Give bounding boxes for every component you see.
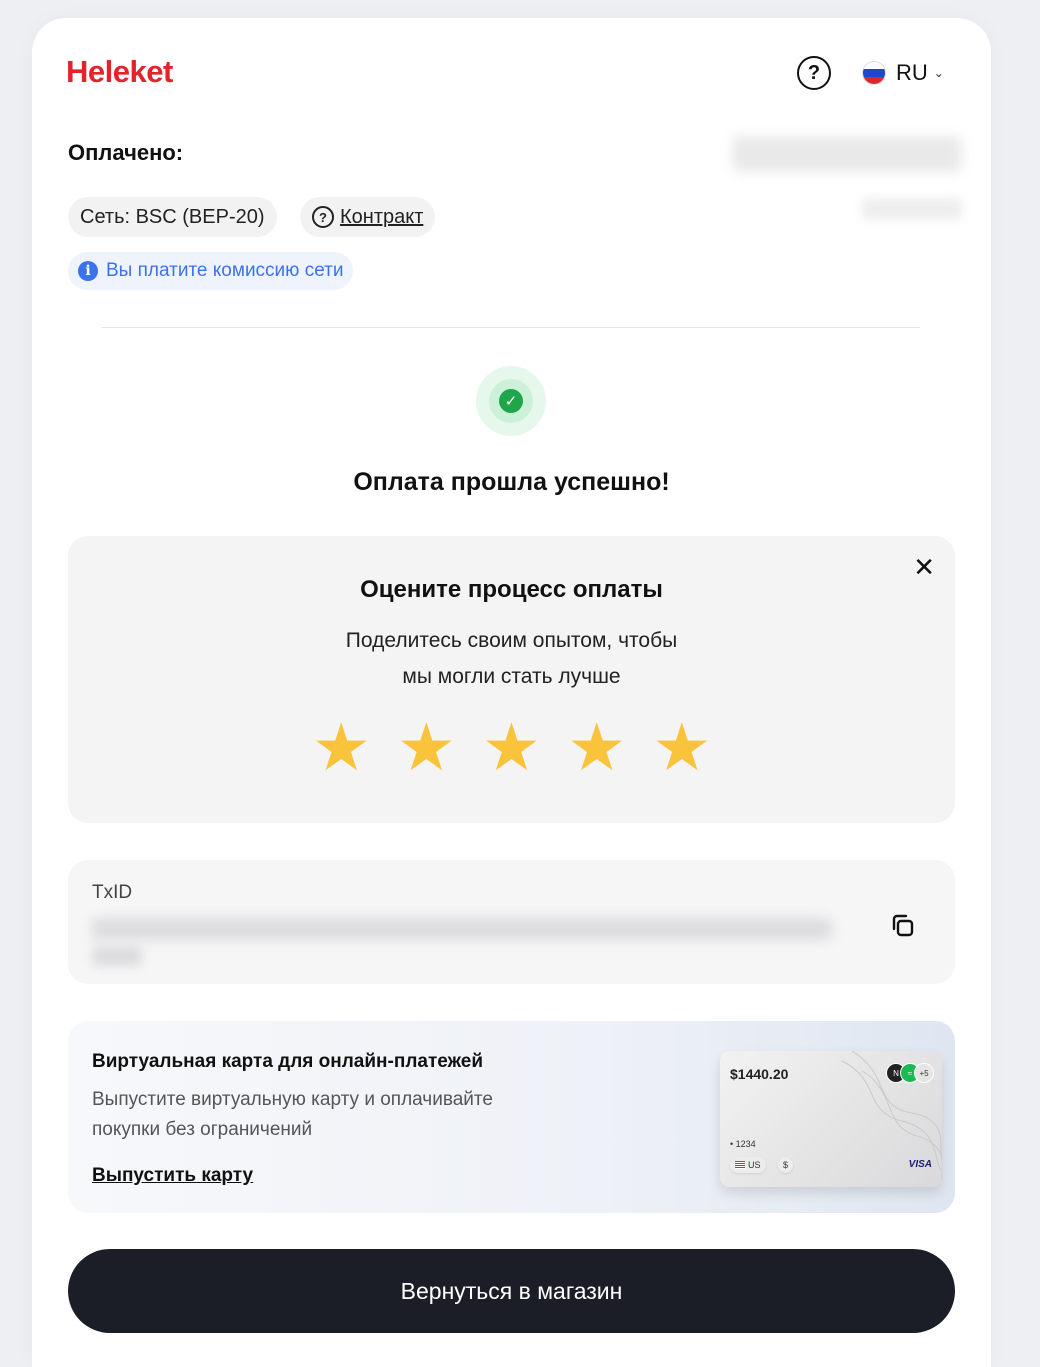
language-selector[interactable]: RU ⌄	[862, 58, 944, 88]
star-rating[interactable]: ★ ★ ★ ★ ★	[68, 714, 955, 780]
card-country-pill: US	[730, 1157, 766, 1173]
rating-title: Оцените процесс оплаты	[360, 576, 663, 603]
back-to-store-button[interactable]: Вернуться в магазин	[68, 1249, 955, 1333]
rating-subtitle-line1: Поделитесь своим опытом, чтобы	[345, 629, 678, 652]
virtual-card-promo: Виртуальная карта для онлайн-платежей Вы…	[68, 1021, 955, 1213]
card-service-icons: N ≈ +5	[886, 1063, 934, 1083]
question-circle-icon: ?	[312, 206, 334, 228]
help-button[interactable]: ?	[797, 56, 831, 90]
paid-amount-redacted	[732, 136, 962, 172]
star-icon[interactable]: ★	[397, 714, 456, 780]
network-chip: Сеть: BSC (BEP-20)	[68, 197, 277, 237]
heleket-logo[interactable]: Heleket	[66, 54, 173, 90]
card-currency: $	[783, 1160, 789, 1170]
question-circle-icon: ?	[807, 61, 821, 84]
network-fee-note: i Вы платите комиссию сети	[68, 252, 354, 290]
russia-flag-icon	[862, 61, 886, 85]
star-icon[interactable]: ★	[312, 714, 371, 780]
card-balance: $1440.20	[730, 1066, 789, 1082]
rating-subtitle: Поделитесь своим опытом, чтобы мы могли …	[68, 623, 955, 695]
txid-field: TxID	[68, 860, 955, 984]
star-icon[interactable]: ★	[652, 714, 711, 780]
success-title: Оплата прошла успешно!	[353, 468, 670, 496]
divider	[102, 327, 920, 328]
card-currency-pill: $	[778, 1157, 794, 1173]
payment-card: Heleket ? RU ⌄ Оплачено: Сеть: BSC (BEP-…	[32, 18, 991, 1367]
card-number: • 1234	[730, 1139, 756, 1149]
more-services-badge: +5	[914, 1063, 934, 1083]
contract-link[interactable]: Контракт	[340, 206, 423, 229]
fee-note-text: Вы платите комиссию сети	[106, 260, 344, 281]
card-country: US	[748, 1160, 761, 1170]
info-icon: i	[78, 261, 98, 281]
contract-chip[interactable]: ? Контракт	[300, 197, 436, 237]
visa-logo: VISA	[908, 1159, 932, 1170]
promo-title: Виртуальная карта для онлайн-платежей	[92, 1051, 484, 1072]
txid-label: TxID	[92, 882, 133, 903]
us-flag-icon	[735, 1161, 745, 1169]
success-indicator: ✓	[476, 366, 546, 436]
star-icon[interactable]: ★	[567, 714, 626, 780]
txid-value-redacted-tail	[92, 946, 142, 966]
txid-value-redacted	[92, 918, 832, 940]
check-circle-icon: ✓	[499, 389, 523, 413]
language-code: RU	[896, 60, 928, 85]
virtual-card-image: $1440.20 N ≈ +5 • 1234 US $ VISA	[720, 1051, 942, 1187]
paid-amount-secondary-redacted	[862, 198, 962, 220]
promo-text: Выпустите виртуальную карту и оплачивайт…	[92, 1089, 493, 1140]
issue-card-link[interactable]: Выпустить карту	[92, 1165, 253, 1187]
paid-label: Оплачено:	[68, 140, 184, 165]
chevron-down-icon: ⌄	[933, 66, 944, 80]
rating-subtitle-line2: мы могли стать лучше	[402, 665, 621, 688]
copy-icon[interactable]	[889, 912, 917, 940]
rating-panel: ✕ Оцените процесс оплаты Поделитесь свои…	[68, 536, 955, 823]
star-icon[interactable]: ★	[482, 714, 541, 780]
